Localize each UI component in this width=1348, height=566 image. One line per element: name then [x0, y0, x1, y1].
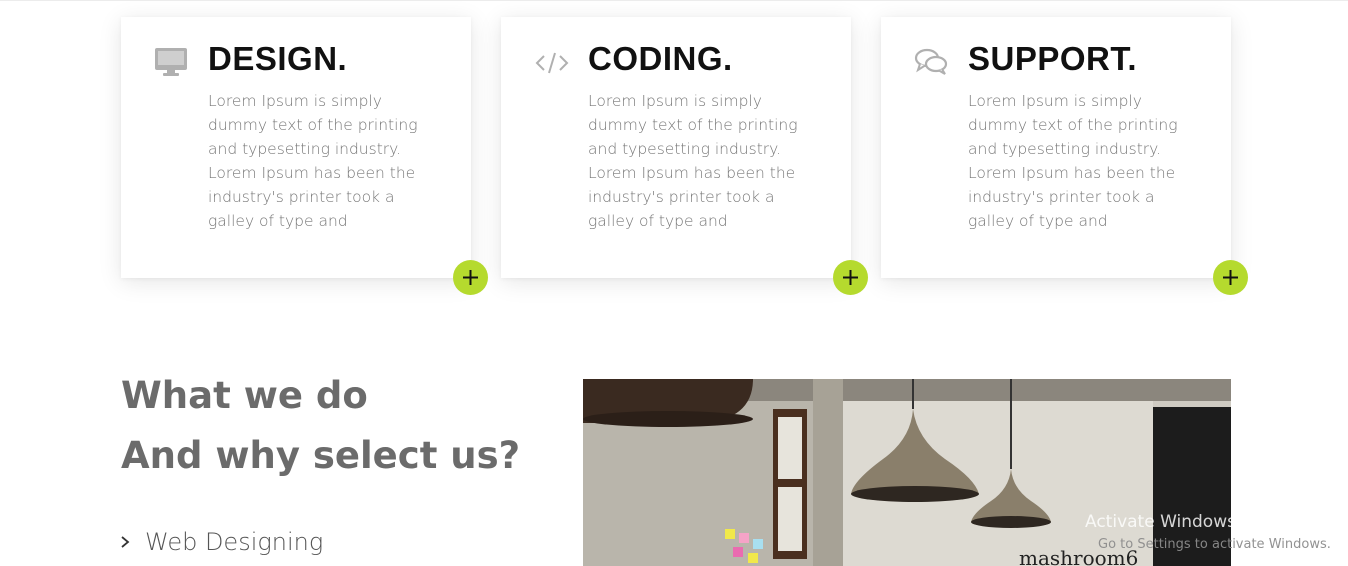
expand-support-button[interactable]: [1213, 260, 1248, 295]
service-card-coding: CODING. Lorem Ipsum is simply dummy text…: [501, 17, 851, 278]
expand-coding-button[interactable]: [833, 260, 868, 295]
chat-bubbles-icon: [914, 47, 950, 77]
section-heading-line1: What we do: [121, 374, 368, 417]
card-title: DESIGN.: [208, 40, 348, 77]
plus-icon: [463, 270, 478, 285]
expand-design-button[interactable]: [453, 260, 488, 295]
activation-watermark-subtitle: Go to Settings to activate Windows.: [1098, 537, 1331, 552]
card-title: CODING.: [588, 40, 733, 77]
section-heading-line2: And why select us?: [121, 434, 521, 477]
code-icon: [534, 47, 570, 77]
card-description: Lorem Ipsum is simply dummy text of the …: [208, 92, 418, 230]
card-description: Lorem Ipsum is simply dummy text of the …: [968, 92, 1178, 230]
chevron-right-icon: [121, 536, 130, 548]
list-item-label: Web Designing: [145, 528, 324, 556]
list-item-web-designing[interactable]: Web Designing: [118, 527, 323, 557]
plus-icon: [1223, 270, 1238, 285]
card-title: SUPPORT.: [968, 40, 1138, 77]
activation-watermark-title: Activate Windows: [1085, 512, 1236, 532]
service-card-support: SUPPORT. Lorem Ipsum is simply dummy tex…: [881, 17, 1231, 278]
top-divider: [0, 0, 1348, 1]
service-card-design: DESIGN. Lorem Ipsum is simply dummy text…: [121, 17, 471, 278]
monitor-icon: [154, 47, 190, 77]
plus-icon: [843, 270, 858, 285]
card-description: Lorem Ipsum is simply dummy text of the …: [588, 92, 798, 230]
